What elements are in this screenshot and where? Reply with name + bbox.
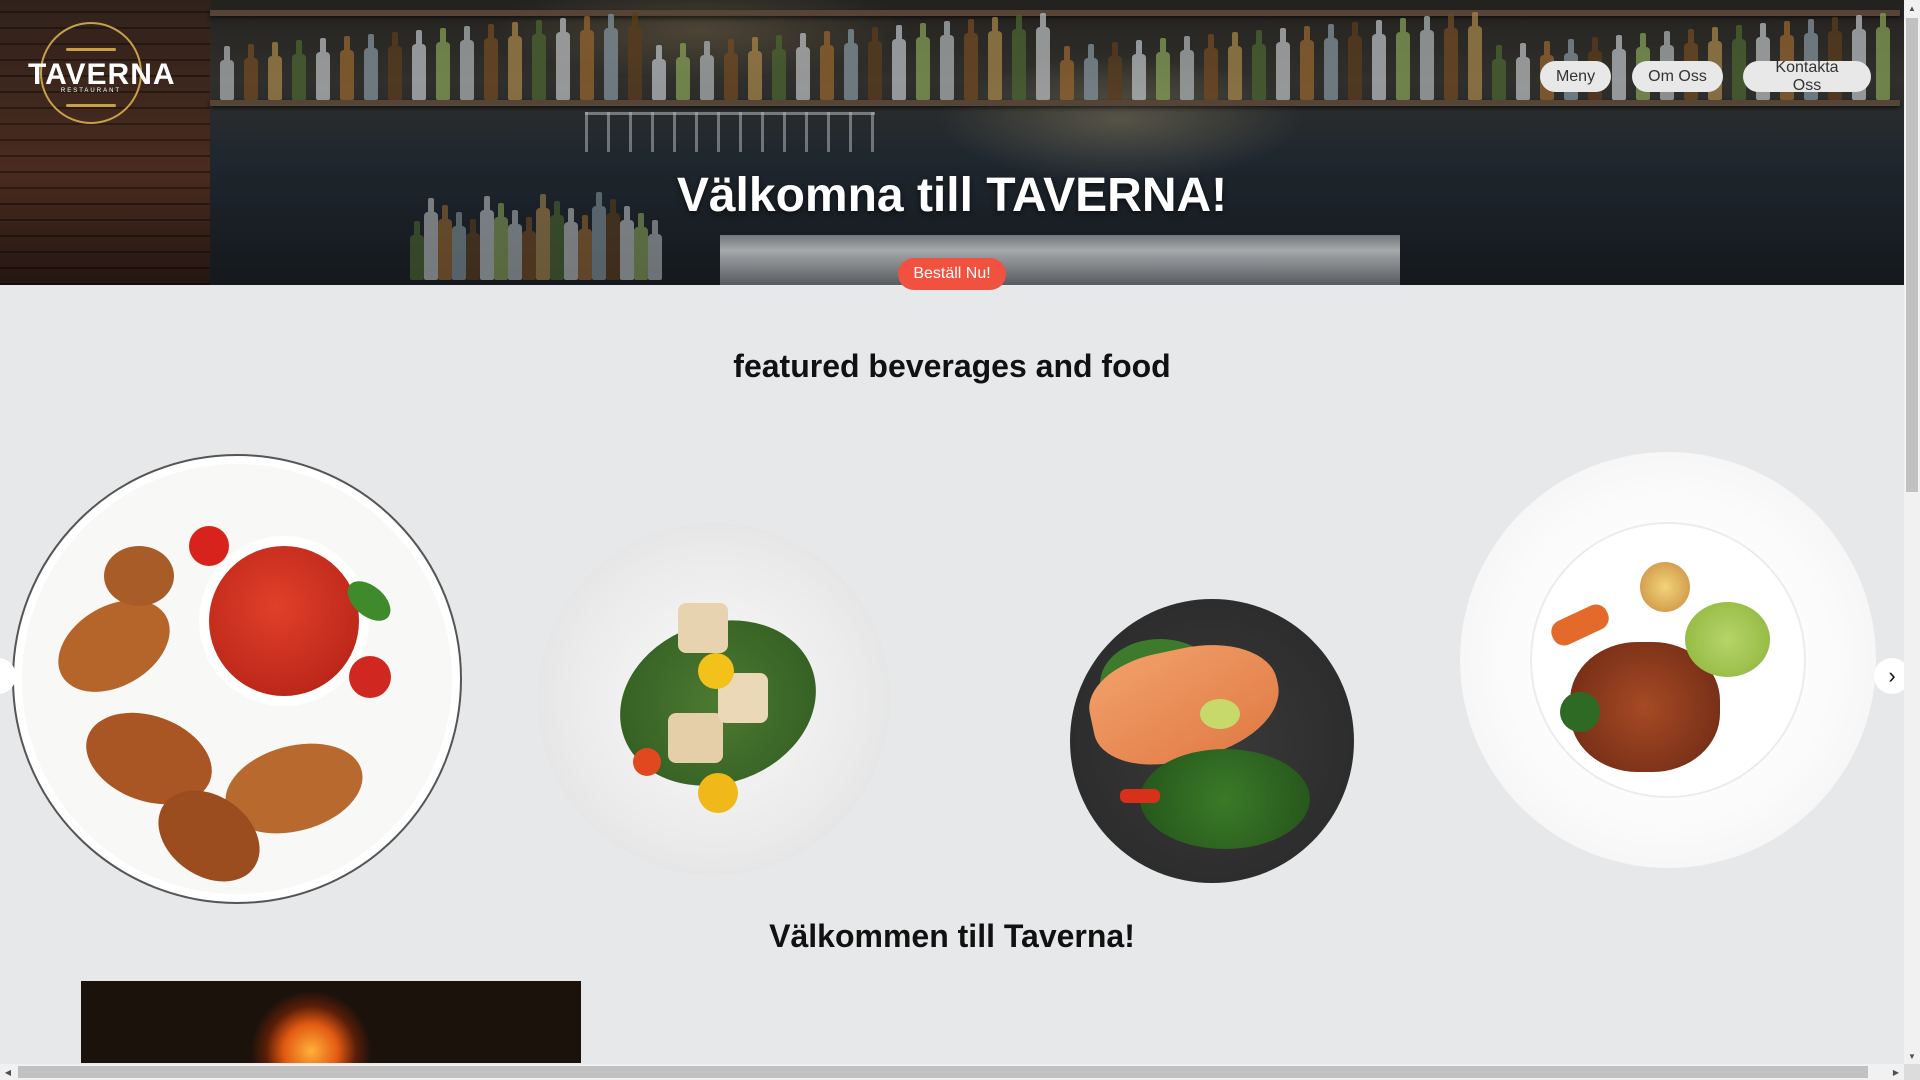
knife-icon — [66, 104, 116, 107]
gourmet-plate-image[interactable] — [1460, 452, 1876, 868]
broccoli — [1560, 692, 1600, 732]
scroll-up-icon[interactable]: ▲ — [1904, 0, 1920, 16]
yellow-tomato — [698, 653, 734, 689]
nav-om-oss-button[interactable]: Om Oss — [1632, 61, 1723, 92]
horizontal-scrollbar-thumb[interactable] — [18, 1066, 1868, 1078]
chicken-wings-plate-image[interactable] — [12, 454, 462, 904]
tofu-cube — [668, 713, 723, 763]
hero-overlay — [0, 0, 1904, 285]
nav-meny-button[interactable]: Meny — [1540, 61, 1611, 92]
logo-text: TAVERNA — [28, 58, 176, 91]
red-pepper — [1120, 789, 1160, 803]
welcome-heading: Välkommen till Taverna! — [769, 918, 1135, 954]
avocado-mousse — [1685, 602, 1770, 677]
nav-kontakta-oss-button[interactable]: Kontakta Oss — [1743, 59, 1871, 94]
tomato — [349, 656, 391, 698]
tomato — [189, 526, 229, 566]
yellow-tomato — [698, 773, 738, 813]
chicken-wing — [42, 581, 186, 711]
scroll-down-icon[interactable]: ▼ — [1904, 1048, 1920, 1064]
broccolini — [1140, 749, 1310, 849]
chicken-wing — [104, 546, 174, 606]
scroll-right-icon[interactable]: ▶ — [1888, 1064, 1904, 1080]
chevron-right-icon: › — [1888, 663, 1896, 688]
order-now-button[interactable]: Beställ Nu! — [898, 258, 1006, 290]
logo-subtext: RESTAURANT — [60, 88, 122, 94]
hero-title: Välkomna till TAVERNA! — [676, 169, 1228, 222]
salmon-plate-image[interactable] — [1070, 599, 1354, 883]
dipping-sauce-bowl — [199, 536, 369, 706]
featured-heading: featured beverages and food — [733, 348, 1171, 384]
scrollbar-corner — [1904, 1064, 1920, 1080]
tofu-cube — [678, 603, 728, 653]
vertical-scrollbar-thumb[interactable] — [1906, 18, 1918, 492]
salad-plate-image[interactable] — [538, 523, 890, 875]
hero-banner: TAVERNA RESTAURANT Välkomna till TAVERNA… — [0, 0, 1904, 285]
taverna-logo[interactable]: TAVERNA RESTAURANT — [28, 18, 176, 130]
scotch-egg — [1640, 562, 1690, 612]
fork-icon — [66, 48, 116, 51]
red-tomato — [633, 748, 661, 776]
herb-butter — [1200, 699, 1240, 729]
scroll-left-icon[interactable]: ◀ — [0, 1064, 16, 1080]
fireplace-image — [81, 981, 581, 1063]
